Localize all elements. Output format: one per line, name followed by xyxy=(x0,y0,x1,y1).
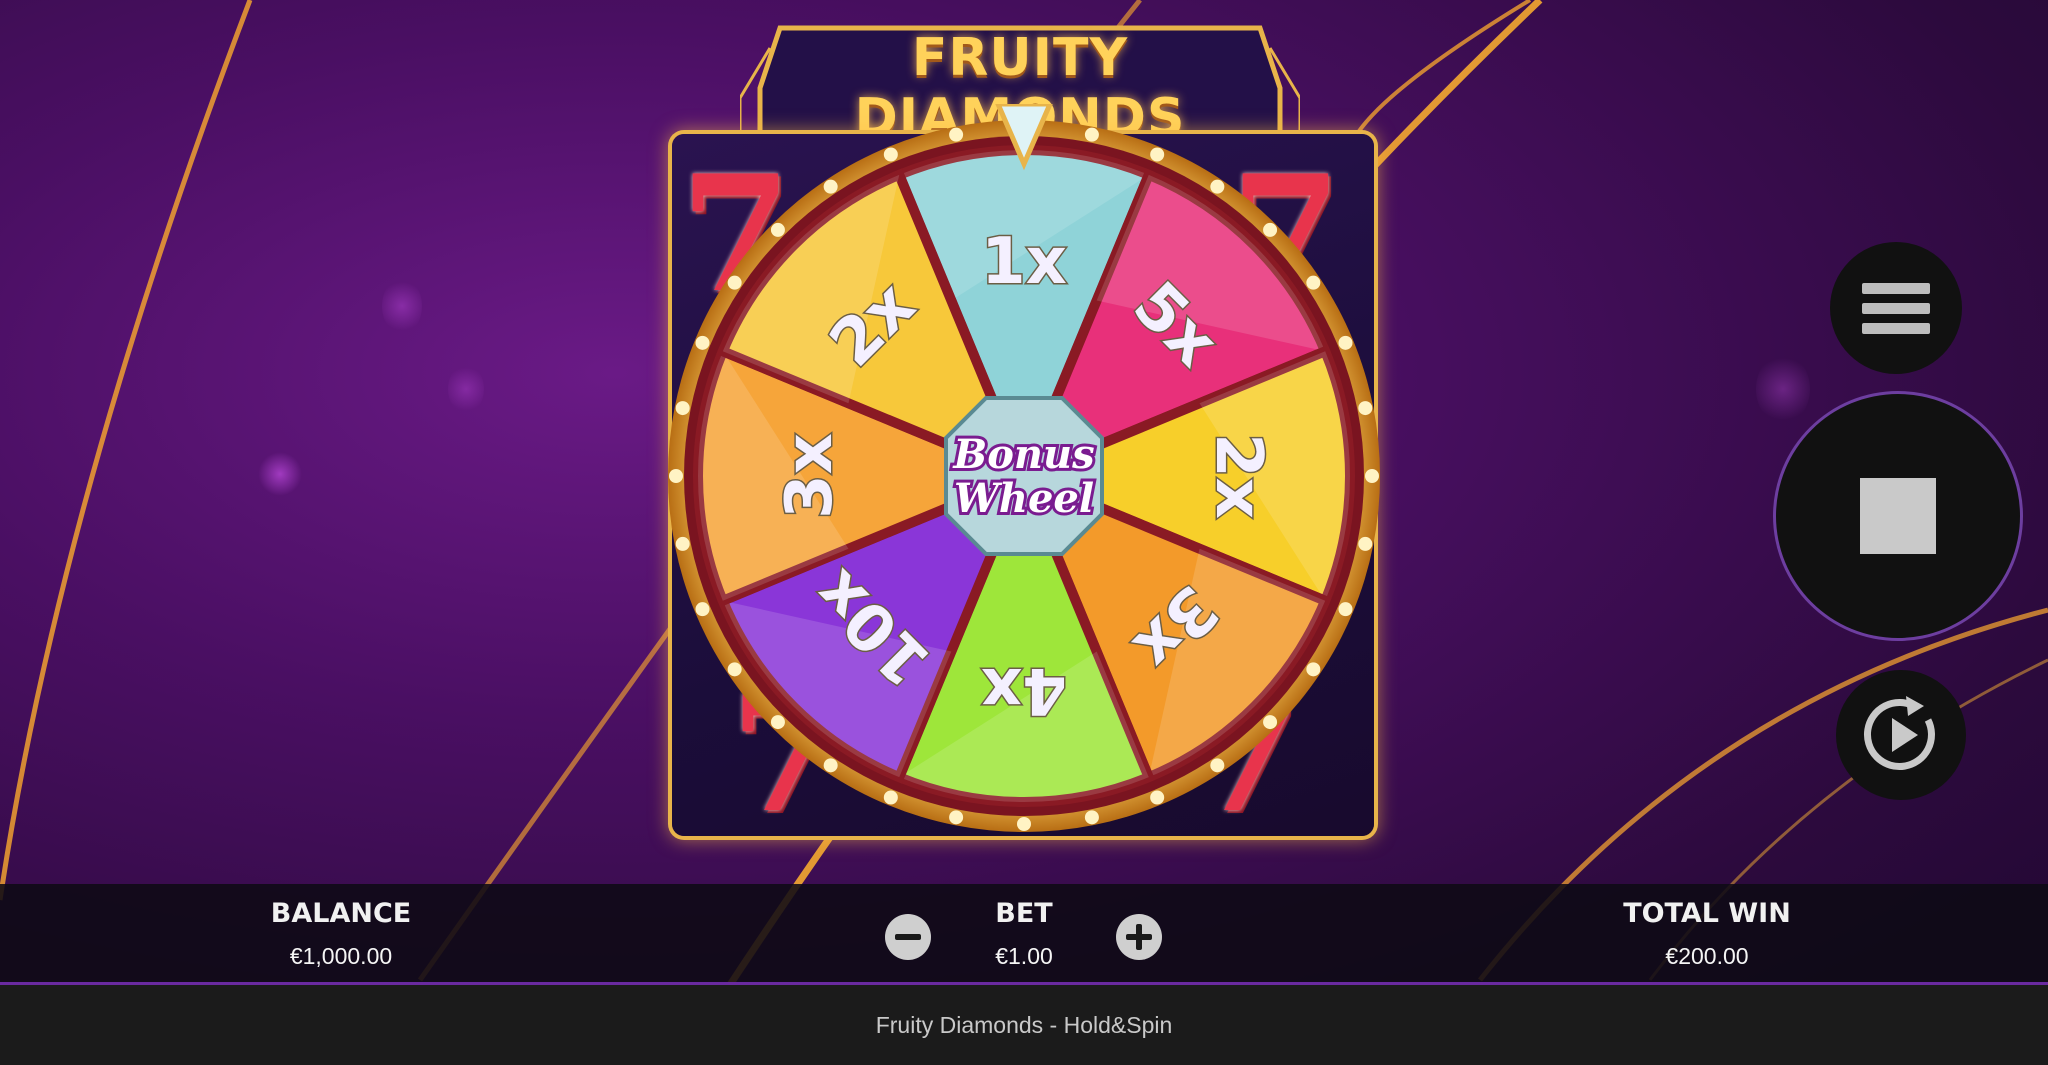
bonus-wheel: 1x 5x 2x 3x 4x 10x 3x 2x Bonus Wheel xyxy=(652,101,1396,848)
rim-bulb xyxy=(770,715,785,730)
rim-bulb xyxy=(1338,335,1353,350)
rim-bulb xyxy=(883,790,898,805)
rim-bulb xyxy=(1358,536,1373,551)
rim-bulb xyxy=(949,127,964,142)
rim-bulb xyxy=(727,662,742,677)
hamburger-menu-icon xyxy=(1862,274,1930,343)
hub-text-bonus: Bonus xyxy=(952,431,1094,478)
rim-bulb xyxy=(770,222,785,237)
footer-game-title: Fruity Diamonds - Hold&Spin xyxy=(875,1011,1173,1038)
rim-bulb xyxy=(1210,179,1225,194)
rim-bulb xyxy=(823,758,838,773)
rim-bulb xyxy=(669,469,683,483)
total-win-value: €200.00 xyxy=(1665,943,1749,969)
stop-icon xyxy=(1860,478,1936,554)
rim-bulb xyxy=(1150,790,1165,805)
rim-bulb xyxy=(1338,602,1353,617)
bokeh-light xyxy=(382,278,422,334)
wheel-segment-label: 1x xyxy=(981,225,1067,299)
rim-bulb xyxy=(675,536,690,551)
rim-bulb xyxy=(1084,810,1099,825)
autoplay-button[interactable] xyxy=(1836,670,1966,800)
rim-bulb xyxy=(1365,469,1379,483)
minus-icon xyxy=(895,934,921,940)
rim-bulb xyxy=(1017,817,1031,831)
rim-bulb xyxy=(1084,127,1099,142)
decrease-bet-button[interactable] xyxy=(885,914,931,960)
rim-bulb xyxy=(1150,147,1165,162)
rim-bulb xyxy=(1210,758,1225,773)
rim-bulb xyxy=(1263,715,1278,730)
increase-bet-button[interactable] xyxy=(1116,914,1162,960)
game-stage: FRUITY DIAMONDS 7 7 7 7 1x5x2x3x4x10x3x2… xyxy=(0,0,2048,1065)
bokeh-light xyxy=(448,364,484,414)
autoplay-icon xyxy=(1863,696,1935,771)
rim-bulb xyxy=(949,810,964,825)
wheel-segment-label: 4x xyxy=(981,653,1067,727)
info-bar: BALANCE €1,000.00 BET €1.00 TOTAL WIN €2… xyxy=(0,884,2048,985)
rim-bulb xyxy=(1263,222,1278,237)
rim-bulb xyxy=(883,147,898,162)
menu-button[interactable] xyxy=(1830,242,1962,374)
bokeh-light xyxy=(1756,354,1810,424)
rim-bulb xyxy=(1306,662,1321,677)
total-win-label: TOTAL WIN xyxy=(1623,898,1791,929)
rim-bulb xyxy=(675,401,690,416)
rim-bulb xyxy=(1306,275,1321,290)
balance-display: BALANCE €1,000.00 xyxy=(191,898,491,970)
wheel-segment-label: 2x xyxy=(1201,433,1275,519)
rim-bulb xyxy=(695,335,710,350)
wheel-segment-label: 3x xyxy=(773,433,847,519)
hub-text-wheel: Wheel xyxy=(954,475,1094,522)
balance-label: BALANCE xyxy=(270,898,412,929)
rim-bulb xyxy=(1358,401,1373,416)
bokeh-light xyxy=(258,452,302,496)
stop-button[interactable] xyxy=(1776,394,2020,638)
footer-bar: Fruity Diamonds - Hold&Spin xyxy=(0,985,2048,1065)
balance-value: €1,000.00 xyxy=(289,943,393,969)
rim-bulb xyxy=(823,179,838,194)
rim-bulb xyxy=(727,275,742,290)
rim-bulb xyxy=(695,602,710,617)
total-win-display: TOTAL WIN €200.00 xyxy=(1557,898,1857,970)
